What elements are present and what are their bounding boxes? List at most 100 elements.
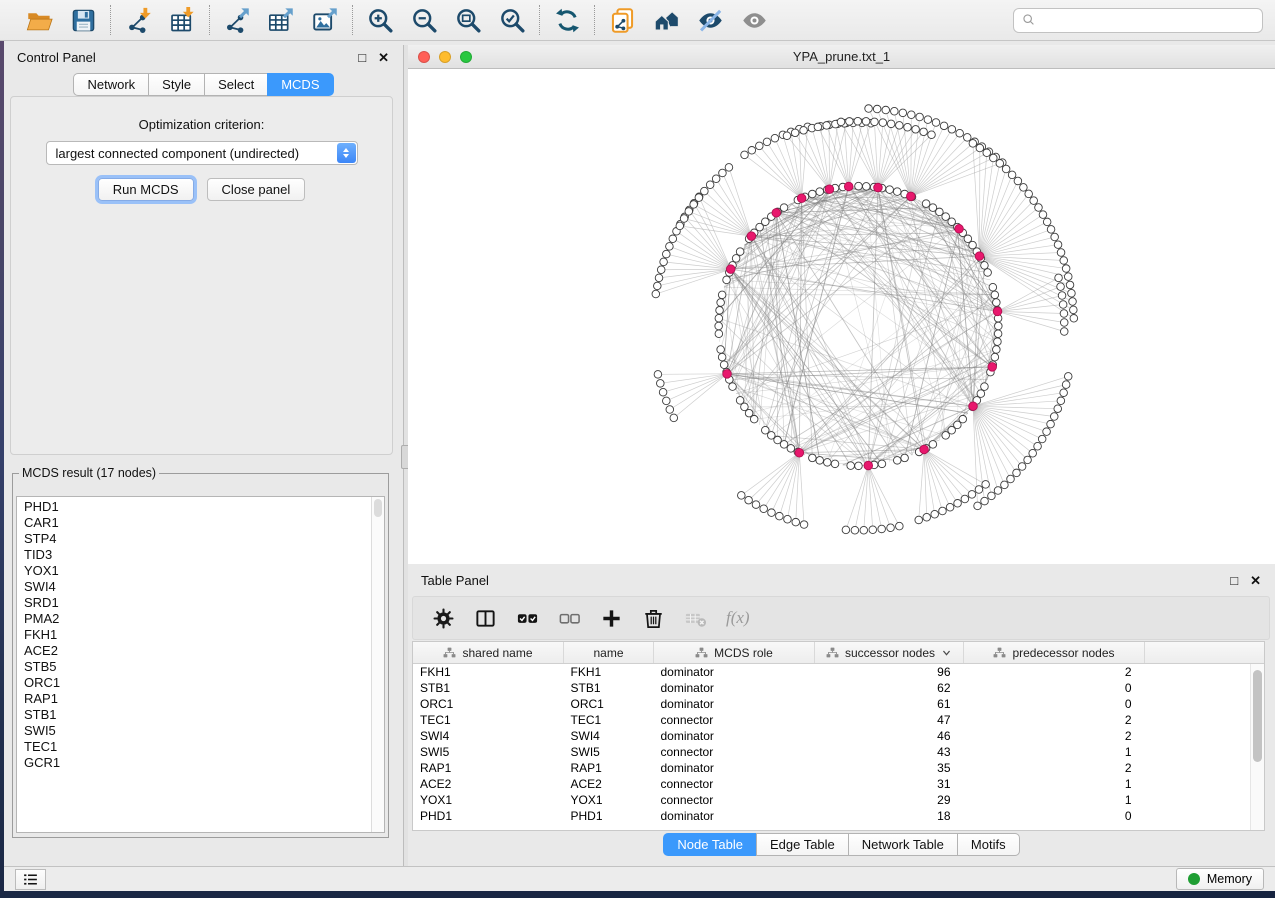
cell-name[interactable]: YOX1 <box>564 792 654 808</box>
mcds-result-item[interactable]: PHD1 <box>17 499 371 515</box>
window-minimize-icon[interactable] <box>439 51 451 63</box>
table-scrollbar[interactable] <box>1250 664 1264 830</box>
cell-mcds_role[interactable]: dominator <box>654 728 815 744</box>
tab-network[interactable]: Network <box>73 73 148 96</box>
cell-shared_name[interactable]: RAP1 <box>413 760 564 776</box>
mcds-result-item[interactable]: YOX1 <box>17 563 371 579</box>
cell-successor_nodes[interactable]: 61 <box>815 696 964 712</box>
cell-successor_nodes[interactable]: 46 <box>815 728 964 744</box>
memory-button[interactable]: Memory <box>1176 868 1264 890</box>
cell-successor_nodes[interactable]: 43 <box>815 744 964 760</box>
cell-name[interactable]: PHD1 <box>564 808 654 824</box>
mcds-result-item[interactable]: GCR1 <box>17 755 371 771</box>
cell-successor_nodes[interactable]: 29 <box>815 792 964 808</box>
float-table-panel-icon[interactable]: □ <box>1230 574 1238 587</box>
cell-mcds_role[interactable]: connector <box>654 792 815 808</box>
column-header-predecessor-nodes[interactable]: predecessor nodes <box>964 642 1145 664</box>
hide-selected-button[interactable] <box>692 3 728 37</box>
cell-mcds_role[interactable]: connector <box>654 776 815 792</box>
export-table-button[interactable] <box>263 3 299 37</box>
tab-style[interactable]: Style <box>148 73 204 96</box>
mcds-result-item[interactable]: STP4 <box>17 531 371 547</box>
cell-predecessor_nodes[interactable]: 2 <box>964 760 1145 776</box>
cell-predecessor_nodes[interactable]: 2 <box>964 712 1145 728</box>
table-row[interactable]: RAP1RAP1dominator352 <box>413 760 1264 776</box>
cell-shared_name[interactable]: STB1 <box>413 680 564 696</box>
mcds-result-item[interactable]: CAR1 <box>17 515 371 531</box>
window-close-icon[interactable] <box>418 51 430 63</box>
close-panel-icon[interactable]: ✕ <box>378 51 389 64</box>
first-neighbors-button[interactable] <box>648 3 684 37</box>
table-row[interactable]: ORC1ORC1dominator610 <box>413 696 1264 712</box>
search-box[interactable] <box>1013 8 1263 33</box>
mcds-result-item[interactable]: TID3 <box>17 547 371 563</box>
cell-predecessor_nodes[interactable]: 0 <box>964 680 1145 696</box>
close-table-panel-icon[interactable]: ✕ <box>1250 574 1261 587</box>
cell-predecessor_nodes[interactable]: 0 <box>964 808 1145 824</box>
cell-successor_nodes[interactable]: 18 <box>815 808 964 824</box>
cell-shared_name[interactable]: ACE2 <box>413 776 564 792</box>
column-header-name[interactable]: name <box>564 642 654 664</box>
cell-mcds_role[interactable]: dominator <box>654 680 815 696</box>
cell-name[interactable]: SWI5 <box>564 744 654 760</box>
cell-mcds_role[interactable]: dominator <box>654 808 815 824</box>
run-mcds-button[interactable]: Run MCDS <box>98 178 194 201</box>
cell-shared_name[interactable]: SWI4 <box>413 728 564 744</box>
zoom-fit-button[interactable] <box>450 3 486 37</box>
table-row[interactable]: STB1STB1dominator620 <box>413 680 1264 696</box>
result-scrollbar-thumb[interactable] <box>374 499 382 517</box>
cell-name[interactable]: FKH1 <box>564 664 654 681</box>
table-row[interactable]: YOX1YOX1connector291 <box>413 792 1264 808</box>
table-row[interactable]: PHD1PHD1dominator180 <box>413 808 1264 824</box>
zoom-in-button[interactable] <box>362 3 398 37</box>
table-row[interactable]: SWI5SWI5connector431 <box>413 744 1264 760</box>
cell-shared_name[interactable]: FKH1 <box>413 664 564 681</box>
cell-predecessor_nodes[interactable]: 1 <box>964 792 1145 808</box>
mcds-result-item[interactable]: ORC1 <box>17 675 371 691</box>
table-row[interactable]: ACE2ACE2connector311 <box>413 776 1264 792</box>
mcds-result-item[interactable]: TEC1 <box>17 739 371 755</box>
tab-mcds[interactable]: MCDS <box>267 73 333 96</box>
cell-mcds_role[interactable]: connector <box>654 712 815 728</box>
apply-layout-button[interactable] <box>549 3 585 37</box>
result-list-scrollbar[interactable] <box>371 497 384 832</box>
cell-shared_name[interactable]: SWI5 <box>413 744 564 760</box>
cell-successor_nodes[interactable]: 62 <box>815 680 964 696</box>
import-network-button[interactable] <box>120 3 156 37</box>
cell-name[interactable]: ORC1 <box>564 696 654 712</box>
cell-predecessor_nodes[interactable]: 2 <box>964 728 1145 744</box>
cell-shared_name[interactable]: YOX1 <box>413 792 564 808</box>
zoom-selected-button[interactable] <box>494 3 530 37</box>
cell-predecessor_nodes[interactable]: 1 <box>964 776 1145 792</box>
deselect-all-button[interactable] <box>558 607 581 630</box>
cell-mcds_role[interactable]: connector <box>654 744 815 760</box>
tab-motifs[interactable]: Motifs <box>957 833 1020 856</box>
export-image-button[interactable] <box>307 3 343 37</box>
mcds-result-item[interactable]: STB1 <box>17 707 371 723</box>
cell-shared_name[interactable]: ORC1 <box>413 696 564 712</box>
cell-shared_name[interactable]: PHD1 <box>413 808 564 824</box>
cell-name[interactable]: ACE2 <box>564 776 654 792</box>
cell-predecessor_nodes[interactable]: 2 <box>964 664 1145 681</box>
network-graph[interactable] <box>408 69 1275 564</box>
import-table-button[interactable] <box>164 3 200 37</box>
cell-predecessor_nodes[interactable]: 1 <box>964 744 1145 760</box>
cell-mcds_role[interactable]: dominator <box>654 760 815 776</box>
criterion-select[interactable]: largest connected component (undirected) <box>46 141 358 165</box>
table-row[interactable]: FKH1FKH1dominator962 <box>413 664 1264 681</box>
column-header-MCDS-role[interactable]: MCDS role <box>654 642 815 664</box>
cell-shared_name[interactable]: TEC1 <box>413 712 564 728</box>
column-header-shared-name[interactable]: shared name <box>413 642 564 664</box>
mcds-result-item[interactable]: FKH1 <box>17 627 371 643</box>
mcds-result-item[interactable]: STB5 <box>17 659 371 675</box>
table-scrollbar-thumb[interactable] <box>1253 670 1262 762</box>
gear-button[interactable] <box>432 607 455 630</box>
cell-name[interactable]: STB1 <box>564 680 654 696</box>
select-all-button[interactable] <box>516 607 539 630</box>
cell-successor_nodes[interactable]: 47 <box>815 712 964 728</box>
mcds-result-item[interactable]: SWI5 <box>17 723 371 739</box>
delete-column-button[interactable] <box>642 607 665 630</box>
mcds-result-item[interactable]: RAP1 <box>17 691 371 707</box>
close-panel-button[interactable]: Close panel <box>207 178 306 201</box>
tab-select[interactable]: Select <box>204 73 267 96</box>
